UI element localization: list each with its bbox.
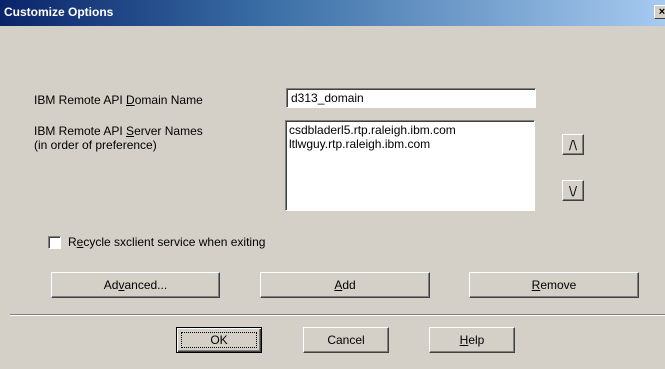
advanced-button-label: Advanced... <box>103 278 168 292</box>
recycle-checkbox-label[interactable]: Recycle sxclient service when exiting <box>68 235 265 249</box>
add-button[interactable]: Add <box>260 272 430 298</box>
server-names-label: IBM Remote API Server Names <box>34 124 203 138</box>
move-down-icon: \/ <box>568 183 578 198</box>
focus-rectangle <box>181 332 257 348</box>
domain-name-label: IBM Remote API Domain Name <box>34 93 203 107</box>
move-down-button[interactable]: \/ <box>562 180 584 201</box>
close-button[interactable]: × <box>654 5 665 19</box>
title-bar[interactable]: Customize Options × <box>0 0 665 26</box>
cancel-button[interactable]: Cancel <box>303 327 389 353</box>
ok-button[interactable]: OK <box>176 327 262 353</box>
recycle-checkbox[interactable] <box>48 236 61 249</box>
move-up-icon: /\ <box>568 137 578 152</box>
remove-button-label: Remove <box>531 278 577 292</box>
move-up-button[interactable]: /\ <box>562 134 584 155</box>
list-item[interactable]: ltlwguy.rtp.raleigh.ibm.com <box>289 137 531 151</box>
server-names-sublabel: (in order of preference) <box>34 138 157 152</box>
domain-name-value: d313_domain <box>291 91 364 105</box>
domain-name-input[interactable]: d313_domain <box>286 88 536 108</box>
help-button[interactable]: Help <box>429 327 515 353</box>
list-item[interactable]: csdbladerl5.rtp.raleigh.ibm.com <box>289 123 531 137</box>
cancel-button-label: Cancel <box>327 333 365 347</box>
add-button-label: Add <box>334 278 356 292</box>
close-icon: × <box>658 6 665 18</box>
remove-button[interactable]: Remove <box>469 272 639 298</box>
help-button-label: Help <box>459 333 485 347</box>
advanced-button[interactable]: Advanced... <box>51 272 220 298</box>
separator <box>10 314 665 316</box>
server-names-list[interactable]: csdbladerl5.rtp.raleigh.ibm.com ltlwguy.… <box>285 120 535 211</box>
customize-options-dialog: Customize Options × IBM Remote API Domai… <box>0 0 665 369</box>
dialog-title: Customize Options <box>4 5 114 19</box>
